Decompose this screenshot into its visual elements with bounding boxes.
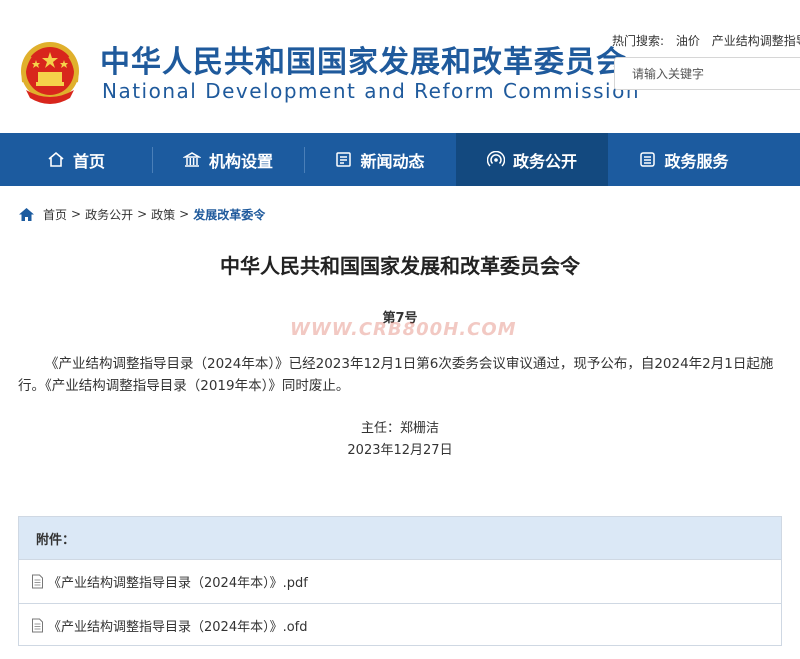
nav-item-label: 机构设置 bbox=[208, 151, 273, 171]
search-input[interactable] bbox=[615, 58, 800, 89]
breadcrumb: 首页 > 政务公开 > 政策 > 发展改革委令 bbox=[18, 205, 265, 223]
home-icon bbox=[19, 207, 34, 221]
breadcrumb-separator: > bbox=[71, 207, 82, 221]
search-box bbox=[614, 57, 800, 90]
site-header: 中华人民共和国国家发展和改革委员会 National Development a… bbox=[0, 0, 800, 133]
article-title: 中华人民共和国国家发展和改革委员会令 bbox=[220, 254, 580, 278]
attachment-link-pdf[interactable]: 《产业结构调整指导目录（2024年本）》.pdf bbox=[19, 560, 781, 603]
nav-item-services[interactable]: 政务服务 bbox=[608, 133, 760, 186]
building-icon bbox=[182, 152, 201, 167]
breadcrumb-policy-link[interactable]: 政策 bbox=[151, 206, 175, 223]
attachments-header: 附件： bbox=[19, 517, 781, 560]
breadcrumb-home-link[interactable]: 首页 bbox=[43, 206, 67, 223]
attachment-label: 《产业结构调整指导目录（2024年本）》.ofd bbox=[48, 620, 308, 635]
signatory: 主任：郑栅洁 bbox=[360, 421, 439, 436]
breadcrumb-government-affairs-link[interactable]: 政务公开 bbox=[85, 206, 133, 223]
breadcrumb-separator: > bbox=[179, 207, 190, 221]
service-icon bbox=[640, 152, 656, 167]
nav-item-label: 政务服务 bbox=[664, 151, 729, 171]
attachments-panel: 附件： 《产业结构调整指导目录（2024年本）》.pdf 《产业结构调整指导目录… bbox=[18, 516, 782, 646]
nav-item-label: 政务公开 bbox=[512, 151, 577, 171]
nav-item-news[interactable]: 新闻动态 bbox=[304, 133, 456, 186]
document-icon bbox=[32, 574, 43, 589]
nav-item-label: 新闻动态 bbox=[360, 151, 425, 171]
document-icon bbox=[32, 618, 43, 633]
nav-item-label: 首页 bbox=[72, 151, 105, 171]
hot-search-link[interactable]: 产业结构调整指导目录 bbox=[712, 34, 800, 48]
site-title-english[interactable]: National Development and Reform Commissi… bbox=[102, 80, 640, 102]
nav-item-government-affairs[interactable]: 政务公开 bbox=[456, 133, 608, 186]
home-icon bbox=[48, 151, 64, 167]
broadcast-icon bbox=[486, 151, 505, 167]
breadcrumb-separator: > bbox=[137, 207, 148, 221]
hot-search-link[interactable]: 油价 bbox=[676, 34, 700, 48]
article-body: 《产业结构调整指导目录（2024年本）》已经2023年12月1日第6次委务会议审… bbox=[18, 356, 774, 394]
site-title-chinese[interactable]: 中华人民共和国国家发展和改革委员会 bbox=[100, 46, 627, 80]
nav-item-organization[interactable]: 机构设置 bbox=[152, 133, 304, 186]
nav-item-home[interactable]: 首页 bbox=[0, 133, 152, 186]
hot-search-label: 热门搜索: bbox=[612, 34, 665, 48]
newspaper-icon bbox=[336, 152, 352, 167]
national-emblem-icon[interactable] bbox=[16, 38, 84, 110]
breadcrumb-current-link[interactable]: 发展改革委令 bbox=[193, 206, 265, 223]
hot-search: 热门搜索: 油价 产业结构调整指导目录 bbox=[612, 33, 800, 49]
attachment-link-ofd[interactable]: 《产业结构调整指导目录（2024年本）》.ofd bbox=[19, 603, 781, 647]
main-nav: 首页 机构设置 新闻动态 政务公开 政务服务 bbox=[0, 133, 800, 186]
watermark: WWW.CRB800H.COM bbox=[290, 319, 517, 340]
issue-date: 2023年12月27日 bbox=[347, 443, 453, 458]
attachment-label: 《产业结构调整指导目录（2024年本）》.pdf bbox=[48, 576, 308, 591]
